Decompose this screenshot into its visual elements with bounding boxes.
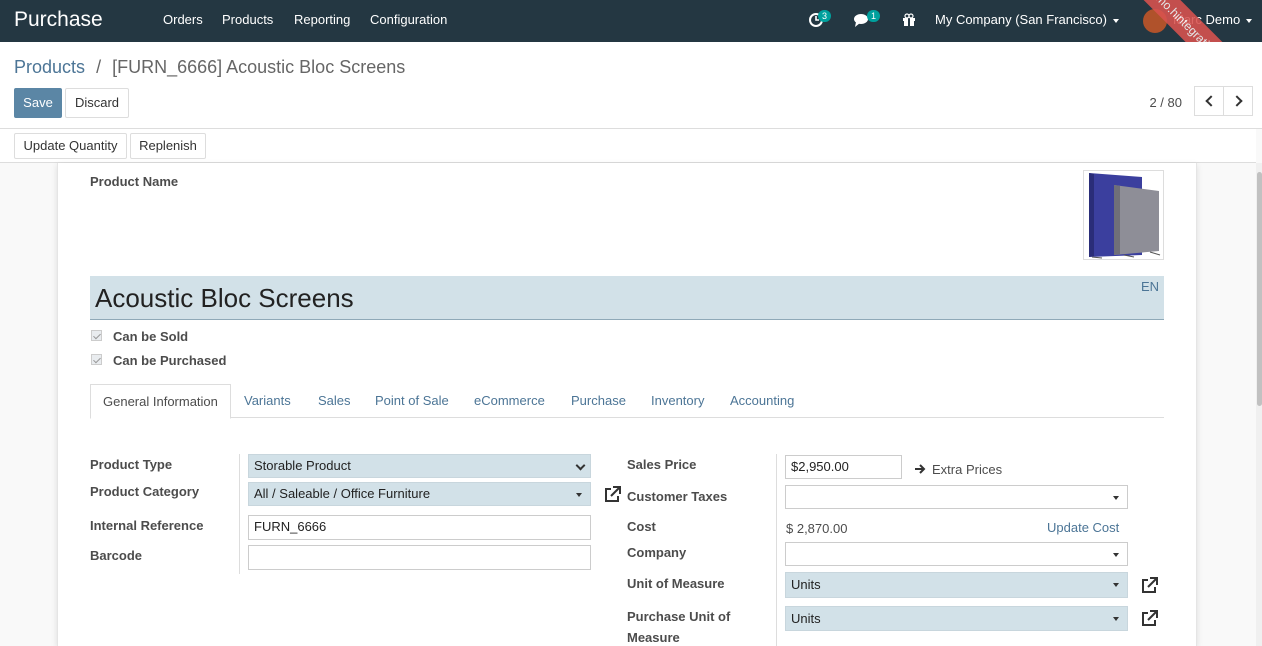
company-label: Company xyxy=(627,545,687,560)
control-panel: Products / [FURN_6666] Acoustic Bloc Scr… xyxy=(0,42,1262,129)
product-name-label: Product Name xyxy=(90,174,179,189)
language-button[interactable]: EN xyxy=(1141,279,1159,294)
customer-taxes-input[interactable] xyxy=(785,485,1128,509)
breadcrumb-separator: / xyxy=(96,57,102,77)
product-type-value: Storable Product xyxy=(254,458,351,473)
tab-ecommerce[interactable]: eCommerce xyxy=(474,384,545,418)
replenish-button[interactable]: Replenish xyxy=(130,133,206,159)
company-select[interactable] xyxy=(785,542,1128,566)
tab-general-information[interactable]: General Information xyxy=(90,384,231,419)
company-name: My Company (San Francisco) xyxy=(935,12,1107,27)
menu-configuration[interactable]: Configuration xyxy=(370,12,447,27)
product-category-select[interactable]: All / Saleable / Office Furniture xyxy=(248,482,591,506)
tab-variants[interactable]: Variants xyxy=(244,384,291,418)
chevron-left-icon xyxy=(1205,95,1217,107)
barcode-input[interactable] xyxy=(248,545,591,570)
extra-prices-label: Extra Prices xyxy=(932,462,1003,477)
unit-of-measure-label: Unit of Measure xyxy=(627,576,725,591)
internal-reference-label: Internal Reference xyxy=(90,518,204,533)
tab-purchase[interactable]: Purchase xyxy=(571,384,626,418)
purchase-uom-label: Purchase Unit of Measure xyxy=(627,609,730,645)
caret-down-icon xyxy=(1113,553,1119,557)
messages-badge: 1 xyxy=(867,10,881,22)
cost-label: Cost xyxy=(627,519,656,534)
tab-point-of-sale[interactable]: Point of Sale xyxy=(375,384,449,418)
product-category-label: Product Category xyxy=(90,484,200,499)
barcode-label: Barcode xyxy=(90,548,143,563)
sales-price-input[interactable]: $2,950.00 xyxy=(785,455,902,479)
top-navbar: Purchase Orders Products Reporting Confi… xyxy=(0,0,1262,137)
product-type-select[interactable]: Storable Product xyxy=(248,454,591,478)
purchase-uom-label-line2: Measure xyxy=(627,630,680,645)
external-link-icon[interactable] xyxy=(1139,576,1159,596)
can-be-purchased-label: Can be Purchased xyxy=(113,353,227,368)
sales-price-value: $2,950.00 xyxy=(791,459,849,474)
caret-down-icon xyxy=(1113,496,1119,500)
menu-orders[interactable]: Orders xyxy=(163,12,203,27)
product-type-label: Product Type xyxy=(90,457,173,472)
caret-down-icon xyxy=(576,493,582,497)
pager-next-button[interactable] xyxy=(1223,86,1253,116)
menu-products[interactable]: Products xyxy=(222,12,273,27)
external-link-icon[interactable] xyxy=(602,485,622,505)
can-be-sold-label: Can be Sold xyxy=(113,329,189,344)
gift-icon xyxy=(903,13,915,26)
chevron-down-icon xyxy=(575,460,586,471)
product-category-value: All / Saleable / Office Furniture xyxy=(254,486,431,501)
purchase-uom-value: Units xyxy=(791,611,821,626)
chevron-right-icon xyxy=(1231,95,1243,107)
arrow-right-icon xyxy=(915,464,926,474)
purchase-uom-select[interactable]: Units xyxy=(785,606,1128,631)
save-button[interactable]: Save xyxy=(14,88,62,118)
cost-value: $ 2,870.00 xyxy=(786,521,848,536)
breadcrumb: Products / [FURN_6666] Acoustic Bloc Scr… xyxy=(14,57,405,78)
sales-price-label: Sales Price xyxy=(627,457,697,472)
gift-button[interactable] xyxy=(900,11,918,29)
left-group-separator xyxy=(239,454,240,574)
form-statusbar: Update Quantity Replenish xyxy=(0,129,1256,163)
external-link-icon[interactable] xyxy=(1139,609,1159,629)
right-group-separator xyxy=(776,454,777,646)
internal-reference-value: FURN_6666 xyxy=(254,519,327,534)
tab-accounting[interactable]: Accounting xyxy=(730,384,794,418)
tab-inventory[interactable]: Inventory xyxy=(651,384,704,418)
breadcrumb-current: [FURN_6666] Acoustic Bloc Screens xyxy=(112,57,406,77)
can-be-purchased-checkbox[interactable] xyxy=(91,354,102,365)
app-title[interactable]: Purchase xyxy=(14,8,103,32)
product-name-value: Acoustic Bloc Screens xyxy=(95,283,354,313)
pager-value: 2 / 80 xyxy=(1149,95,1182,110)
acoustic-screen-image xyxy=(1089,173,1161,259)
pager-previous-button[interactable] xyxy=(1194,86,1224,116)
internal-reference-input[interactable]: FURN_6666 xyxy=(248,515,591,540)
caret-down-icon xyxy=(1113,617,1119,621)
purchase-uom-label-line1: Purchase Unit of xyxy=(627,609,731,624)
scrollbar-thumb[interactable] xyxy=(1257,172,1262,406)
caret-down-icon xyxy=(1113,583,1119,587)
update-quantity-button[interactable]: Update Quantity xyxy=(14,133,127,159)
unit-of-measure-select[interactable]: Units xyxy=(785,572,1128,598)
customer-taxes-label: Customer Taxes xyxy=(627,489,728,504)
discard-button[interactable]: Discard xyxy=(65,88,129,118)
activity-badge: 3 xyxy=(818,10,832,22)
menu-reporting[interactable]: Reporting xyxy=(294,12,350,27)
update-cost-button[interactable]: Update Cost xyxy=(1047,520,1119,535)
tab-sales[interactable]: Sales xyxy=(318,384,351,418)
can-be-sold-checkbox[interactable] xyxy=(91,330,102,341)
product-name-input[interactable]: Acoustic Bloc Screens EN xyxy=(90,276,1164,320)
product-image[interactable] xyxy=(1083,170,1164,260)
unit-of-measure-value: Units xyxy=(791,577,821,592)
breadcrumb-products[interactable]: Products xyxy=(14,57,85,77)
notebook-tabs: General Information Variants Sales Point… xyxy=(90,384,1164,419)
company-switcher[interactable]: My Company (San Francisco) xyxy=(935,12,1119,27)
